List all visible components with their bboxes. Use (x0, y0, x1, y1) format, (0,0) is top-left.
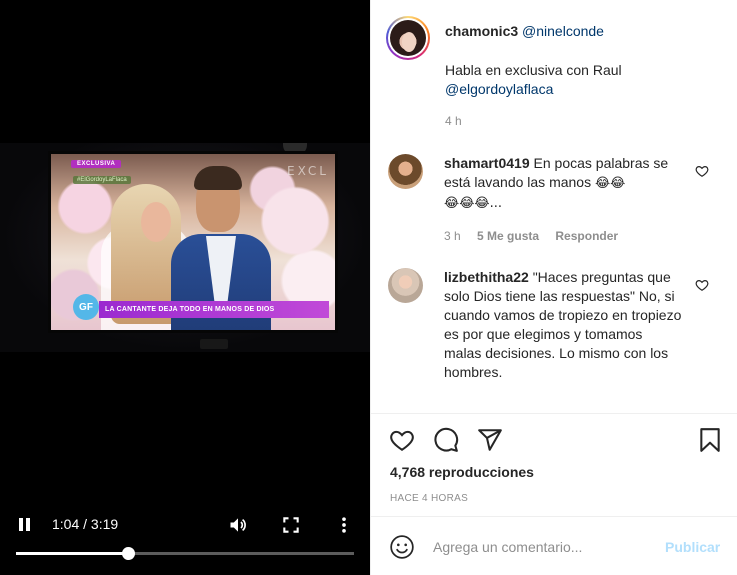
author-username[interactable]: chamonic3 (445, 23, 518, 39)
comment-like-icon[interactable] (695, 278, 709, 292)
comment-text: shamart0419 En pocas palabras se está la… (444, 154, 682, 213)
heart-icon[interactable] (389, 427, 415, 453)
comment-body: "Haces preguntas que solo Dios tiene las… (444, 269, 682, 380)
caption-header: chamonic3 @ninelconde (445, 22, 725, 41)
comment-text: lizbethitha22 "Haces preguntas que solo … (444, 268, 682, 382)
author-mention[interactable]: @ninelconde (522, 23, 604, 39)
pause-icon[interactable] (18, 518, 32, 532)
commenter-username[interactable]: lizbethitha22 (444, 269, 529, 285)
groom-hair (194, 166, 242, 190)
comment-input[interactable] (433, 536, 653, 558)
post-sidebar: chamonic3 @ninelconde Habla en exclusiva… (370, 0, 737, 575)
caption-time: 4 h (445, 114, 462, 128)
tv-hashtag: #ElGordoyLaFlaca (73, 176, 131, 184)
volume-icon[interactable] (228, 515, 248, 535)
share-icon[interactable] (477, 427, 503, 453)
avatar-image (390, 20, 426, 56)
emoji-icon[interactable] (389, 534, 415, 560)
commenter-avatar[interactable] (388, 268, 423, 303)
tv-logo: GF (73, 294, 99, 320)
publish-button[interactable]: Publicar (665, 539, 720, 555)
comment-like-icon[interactable] (695, 164, 709, 178)
progress-fill (16, 552, 128, 555)
more-options-icon[interactable] (334, 515, 354, 535)
video-frame[interactable]: EXCLUSIVA #ElGordoyLaFlaca EXCL GF LA CA… (0, 143, 370, 352)
video-controls: 1:04 / 3:19 (0, 500, 370, 575)
comment-emojis-2: 😂😂😂... (444, 196, 502, 211)
time-display: 1:04 / 3:19 (52, 516, 119, 532)
comment-box: Publicar (371, 517, 737, 575)
commenter-username[interactable]: shamart0419 (444, 155, 530, 171)
tv-stand (200, 339, 228, 349)
comment-meta: 3 h 5 Me gusta Responder (444, 229, 631, 243)
commenter-avatar[interactable] (388, 154, 423, 189)
author-avatar[interactable] (386, 16, 430, 60)
comment-icon[interactable] (433, 427, 459, 453)
caption-text: Habla en exclusiva con Raul (445, 62, 622, 78)
caption-mention[interactable]: @elgordoylaflaca (445, 81, 553, 97)
tv-badge: EXCLUSIVA (71, 160, 122, 168)
progress-bar[interactable] (16, 547, 354, 560)
reply-button[interactable]: Responder (555, 229, 618, 243)
action-bar (371, 414, 737, 464)
post-timestamp: HACE 4 HORAS (390, 493, 469, 504)
comment-time: 3 h (444, 229, 461, 243)
tv-corner-text: EXCL (287, 164, 329, 178)
fullscreen-icon[interactable] (281, 515, 301, 535)
comment-likes[interactable]: 5 Me gusta (477, 229, 539, 243)
bride-face (141, 202, 171, 242)
tv-lower-third: LA CANTANTE DEJA TODO EN MANOS DE DIOS (99, 301, 329, 318)
tv-screen: EXCLUSIVA #ElGordoyLaFlaca EXCL GF LA CA… (48, 151, 338, 333)
comment-emojis: 😂😂 (594, 176, 626, 191)
video-player[interactable]: EXCLUSIVA #ElGordoyLaFlaca EXCL GF LA CA… (0, 0, 370, 575)
bookmark-icon[interactable] (697, 427, 723, 453)
caption-body: Habla en exclusiva con Raul @elgordoylaf… (445, 61, 725, 99)
post-caption: chamonic3 @ninelconde Habla en exclusiva… (371, 0, 737, 143)
progress-thumb[interactable] (121, 547, 135, 560)
view-count[interactable]: 4,768 reproducciones (390, 464, 534, 480)
